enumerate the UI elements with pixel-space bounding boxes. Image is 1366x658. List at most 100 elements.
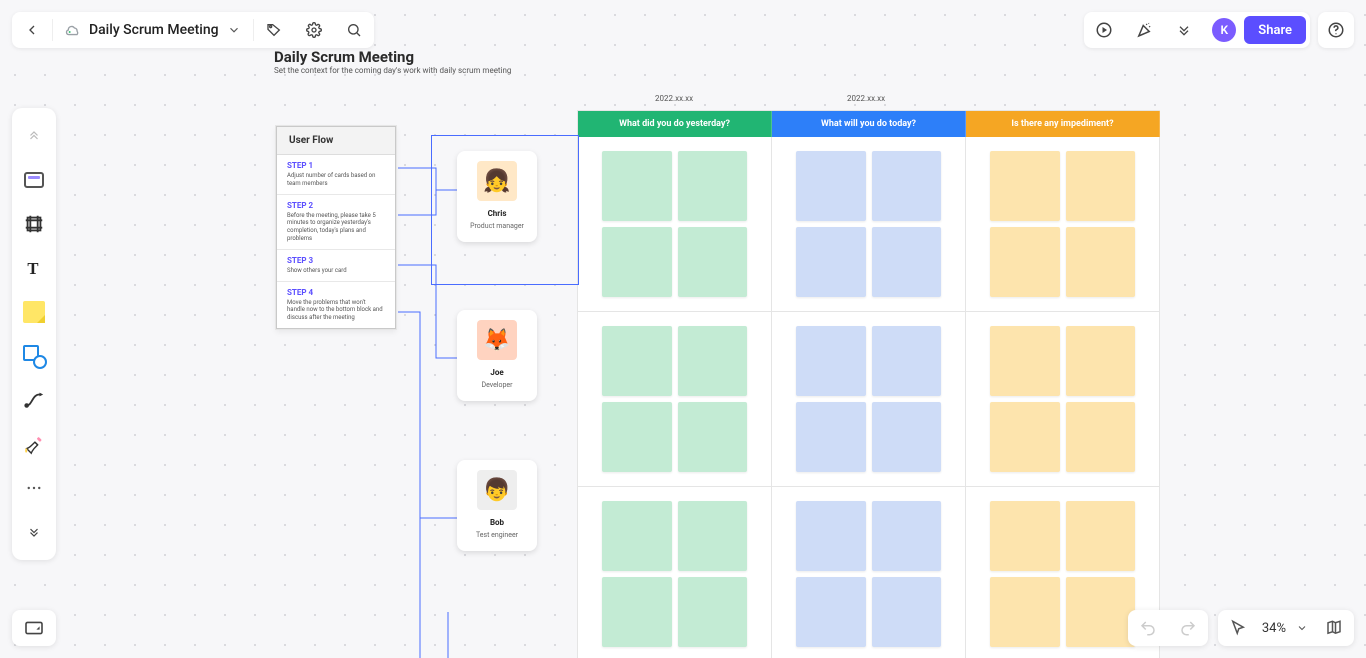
zoom-dropdown-button[interactable] (1290, 610, 1314, 646)
user-flow-step[interactable]: STEP 3 Show others your card (277, 250, 395, 282)
sticky-note[interactable] (872, 227, 942, 297)
sticky-note[interactable] (796, 501, 866, 571)
search-button[interactable] (334, 12, 374, 48)
connector-tool[interactable] (16, 380, 52, 420)
sticky-note-tool[interactable] (16, 292, 52, 332)
board-subtitle[interactable]: Set the context for the coming day's wor… (274, 66, 511, 75)
scrum-cell[interactable] (772, 137, 966, 312)
doc-title-dropdown[interactable]: Daily Scrum Meeting (53, 22, 253, 38)
sticky-note[interactable] (602, 151, 672, 221)
shape-tool[interactable] (16, 336, 52, 376)
left-toolbar: T (12, 108, 56, 560)
sticky-note[interactable] (990, 402, 1060, 472)
sticky-note[interactable] (678, 501, 748, 571)
help-button[interactable] (1318, 12, 1354, 48)
member-name: Bob (490, 518, 504, 527)
scrum-cell[interactable] (966, 312, 1160, 487)
sticky-note[interactable] (872, 402, 942, 472)
user-flow-step[interactable]: STEP 2 Before the meeting, please take 5… (277, 195, 395, 250)
text-tool[interactable]: T (16, 248, 52, 288)
scrum-row (578, 487, 1160, 658)
sticky-note[interactable] (678, 577, 748, 647)
column-header-today[interactable]: What will you do today? (772, 111, 966, 137)
expand-toolbar-button[interactable] (16, 512, 52, 552)
scrum-cell[interactable] (578, 312, 772, 487)
sticky-note[interactable] (1066, 577, 1136, 647)
member-avatar: 👧 (477, 161, 517, 201)
user-avatar[interactable]: K (1212, 18, 1236, 42)
sticky-note[interactable] (602, 227, 672, 297)
user-flow-card[interactable]: User Flow STEP 1 Adjust number of cards … (276, 126, 396, 329)
user-flow-title: User Flow (277, 127, 395, 155)
sticky-note[interactable] (796, 402, 866, 472)
doc-title: Daily Scrum Meeting (89, 22, 219, 38)
frame-tool[interactable] (16, 204, 52, 244)
sticky-note[interactable] (796, 326, 866, 396)
member-card[interactable]: 👦 Bob Test engineer (457, 460, 537, 551)
scrum-cell[interactable] (578, 137, 772, 312)
date-label-left[interactable]: 2022.xx.xx (655, 94, 693, 103)
step-desc: Move the problems that won't handle now … (287, 299, 385, 322)
more-menu-button[interactable] (1164, 12, 1204, 48)
member-card[interactable]: 🦊 Joe Developer (457, 310, 537, 401)
redo-icon (1179, 619, 1197, 637)
sticky-note[interactable] (990, 151, 1060, 221)
sticky-note[interactable] (1066, 501, 1136, 571)
double-chevron-up-icon (27, 129, 41, 143)
sticky-note[interactable] (1066, 402, 1136, 472)
sticky-note[interactable] (602, 326, 672, 396)
pen-tool[interactable] (16, 424, 52, 464)
user-flow-step[interactable]: STEP 1 Adjust number of cards based on t… (277, 155, 395, 195)
sticky-note[interactable] (872, 326, 942, 396)
slides-panel-button[interactable] (12, 610, 56, 646)
sticky-note[interactable] (872, 151, 942, 221)
present-button[interactable] (1084, 12, 1124, 48)
collapse-toolbar-button[interactable] (16, 116, 52, 156)
sticky-note[interactable] (990, 227, 1060, 297)
sticky-note[interactable] (1066, 227, 1136, 297)
sticky-note[interactable] (602, 577, 672, 647)
sticky-note[interactable] (678, 227, 748, 297)
card-icon (24, 172, 44, 188)
sticky-note[interactable] (796, 151, 866, 221)
scrum-table[interactable]: What did you do yesterday? What will you… (577, 110, 1160, 658)
redo-button[interactable] (1168, 610, 1208, 646)
undo-button[interactable] (1128, 610, 1168, 646)
sticky-note[interactable] (990, 326, 1060, 396)
sticky-note[interactable] (796, 577, 866, 647)
sticky-note[interactable] (796, 227, 866, 297)
sticky-note[interactable] (1066, 326, 1136, 396)
sticky-note[interactable] (678, 326, 748, 396)
share-button[interactable]: Share (1244, 16, 1306, 44)
more-tools-button[interactable] (16, 468, 52, 508)
scrum-cell[interactable] (772, 487, 966, 658)
settings-button[interactable] (294, 12, 334, 48)
cursor-mode-button[interactable] (1218, 610, 1258, 646)
back-button[interactable] (12, 12, 52, 48)
sticky-note[interactable] (602, 501, 672, 571)
scrum-cell[interactable] (578, 487, 772, 658)
celebrate-button[interactable] (1124, 12, 1164, 48)
board-title[interactable]: Daily Scrum Meeting (274, 48, 414, 66)
user-flow-step[interactable]: STEP 4 Move the problems that won't hand… (277, 282, 395, 328)
ellipsis-icon (25, 479, 43, 497)
scrum-cell[interactable] (772, 312, 966, 487)
sticky-note[interactable] (602, 402, 672, 472)
zoom-level[interactable]: 34% (1258, 621, 1290, 636)
minimap-button[interactable] (1314, 610, 1354, 646)
sticky-note[interactable] (678, 402, 748, 472)
column-header-yesterday[interactable]: What did you do yesterday? (578, 111, 772, 137)
date-label-right[interactable]: 2022.xx.xx (847, 94, 885, 103)
sticky-note[interactable] (990, 501, 1060, 571)
step-desc: Show others your card (287, 267, 385, 275)
sticky-note[interactable] (872, 501, 942, 571)
scrum-cell[interactable] (966, 137, 1160, 312)
column-header-impediment[interactable]: Is there any impediment? (966, 111, 1160, 137)
sticky-note[interactable] (678, 151, 748, 221)
member-card[interactable]: 👧 Chris Product manager (457, 151, 537, 242)
sticky-note[interactable] (872, 577, 942, 647)
sticky-note[interactable] (1066, 151, 1136, 221)
tag-button[interactable] (254, 12, 294, 48)
sticky-note[interactable] (990, 577, 1060, 647)
card-tool[interactable] (16, 160, 52, 200)
